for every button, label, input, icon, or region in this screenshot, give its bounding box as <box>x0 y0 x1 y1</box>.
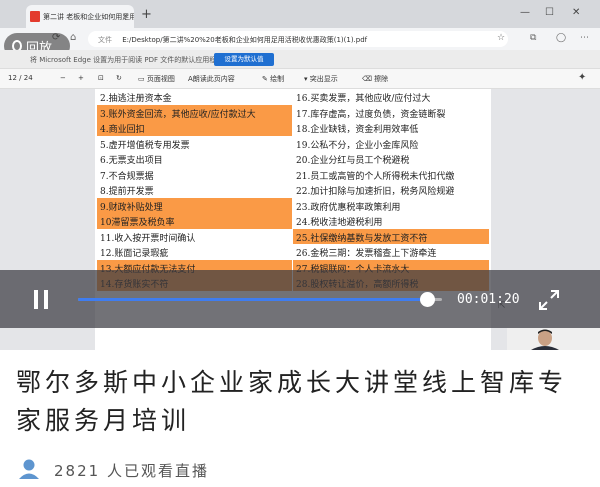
risk-table: 2.抽逃注册资本金 16.买卖发票，其他应收/应付过大 3.账外资金回流，其他应收/… <box>97 89 489 291</box>
viewer-count-text: 2821 人已观看直播 <box>54 462 209 480</box>
table-cell: 9.财政补贴处理 <box>97 197 293 213</box>
table-row: 8.提前开发票 22.加计扣除与加速折旧，税务风险规避 <box>97 182 489 198</box>
table-cell: 7.不合规票据 <box>97 166 293 182</box>
tab-title: 第二讲 老板和企业如何用足用 <box>43 13 134 21</box>
maximize-icon[interactable]: ☐ <box>545 7 554 18</box>
tool-highlight[interactable]: ▾ 突出显示 <box>304 74 338 84</box>
notification-text: 将 Microsoft Edge 设置为用于阅读 PDF 文件的默认应用程序? <box>30 56 227 64</box>
tool-read-aloud-label: 朗读此页内容 <box>192 75 235 83</box>
table-row: 7.不合规票据 21.员工或高管的个人所得税未代扣代缴 <box>97 166 489 182</box>
table-cell: 2.抽逃注册资本金 <box>97 89 293 105</box>
progress-bar[interactable] <box>78 292 442 307</box>
tool-page-view-label: 页面视图 <box>146 75 175 83</box>
table-cell: 16.买卖发票，其他应收/应付过大 <box>293 89 489 105</box>
profile-icon[interactable]: ◯ <box>556 33 566 43</box>
tab-close-icon[interactable]: × <box>122 11 129 20</box>
table-row: 6.无票支出项目 20.企业分红与员工个税避税 <box>97 151 489 167</box>
pdf-toolbar: 12 / 24 − + ⊡ ↻ ▭ 页面视图 A朗读此页内容 ✎ 绘制 ▾ 突出… <box>0 69 600 89</box>
address-url: E:/Desktop/第二讲%20%20老板和企业如何用足用活税收优惠政策(1)… <box>122 36 368 44</box>
video-title: 鄂尔多斯中小企业家成长大讲堂线上智库专家服务月培训 <box>16 368 568 435</box>
page-current[interactable]: 12 <box>8 74 17 82</box>
table-row: 5.虚开增值税专用发票 19.公私不分，企业小金库风险 <box>97 135 489 151</box>
rotate-icon[interactable]: ↻ <box>116 74 122 82</box>
tool-page-view[interactable]: ▭ 页面视图 <box>138 74 175 84</box>
table-row: 4.商业回扣 18.企业缺钱，资金利用效率低 <box>97 120 489 136</box>
table-cell: 11.收入按开票时间确认 <box>97 228 293 244</box>
presenter-image <box>507 328 600 350</box>
page-total: / 24 <box>19 74 33 82</box>
table-cell: 18.企业缺钱，资金利用效率低 <box>293 120 489 136</box>
page-indicator[interactable]: 12 / 24 <box>8 74 33 82</box>
zoom-in-icon[interactable]: + <box>78 74 84 82</box>
set-default-button[interactable]: 设置为默认值 <box>214 53 274 66</box>
minimize-icon[interactable]: — <box>520 7 530 18</box>
fullscreen-icon[interactable] <box>538 289 560 311</box>
tool-erase-label: 擦除 <box>374 75 389 83</box>
table-row: 2.抽逃注册资本金 16.买卖发票，其他应收/应付过大 <box>97 89 489 105</box>
tool-read-aloud[interactable]: A朗读此页内容 <box>188 74 235 84</box>
table-cell: 8.提前开发票 <box>97 182 293 198</box>
table-row: 3.账外资金回流，其他应收/应付款过大 17.库存虚高，过度负债，资金链断裂 <box>97 104 489 120</box>
table-row: 11.收入按开票时间确认 25.社保缴纳基数与发放工资不符 <box>97 228 489 244</box>
tool-draw[interactable]: ✎ 绘制 <box>262 74 284 84</box>
zoom-out-icon[interactable]: − <box>60 74 66 82</box>
new-tab-icon[interactable]: + <box>141 8 152 21</box>
address-file-label: 文件 <box>98 36 112 44</box>
home-icon[interactable]: ⌂ <box>70 32 76 43</box>
table-cell: 21.员工或高管的个人所得税未代扣代缴 <box>293 166 489 182</box>
table-cell: 3.账外资金回流，其他应收/应付款过大 <box>97 104 293 120</box>
tool-highlight-label: 突出显示 <box>309 75 338 83</box>
browser-tab[interactable]: 第二讲 老板和企业如何用足用 × <box>26 5 134 28</box>
table-cell: 5.虚开增值税专用发票 <box>97 135 293 151</box>
tool-draw-label: 绘制 <box>270 75 285 83</box>
video-controls: 00:01:20 <box>0 270 600 328</box>
table-cell: 6.无票支出项目 <box>97 151 293 167</box>
fit-page-icon[interactable]: ⊡ <box>98 74 104 82</box>
table-cell: 10滞留票及税负率 <box>97 213 293 229</box>
progress-knob[interactable] <box>420 292 436 307</box>
browser-tab-bar: 第二讲 老板和企业如何用足用 × + — ☐ ✕ <box>0 0 600 28</box>
collections-icon[interactable]: ⧉ <box>530 33 536 43</box>
presenter-thumbnail <box>507 328 600 350</box>
more-menu-icon[interactable]: ⋯ <box>580 33 589 43</box>
table-cell: 22.加计扣除与加速折旧，税务风险规避 <box>293 182 489 198</box>
close-window-icon[interactable]: ✕ <box>572 7 580 18</box>
pin-icon[interactable]: ✦ <box>578 72 586 83</box>
table-row: 10滞留票及税负率 24.税收洼地避税利用 <box>97 213 489 229</box>
table-cell: 20.企业分红与员工个税避税 <box>293 151 489 167</box>
table-cell: 17.库存虚高，过度负债，资金链断裂 <box>293 104 489 120</box>
user-icon <box>19 459 39 479</box>
table-cell: 24.税收洼地避税利用 <box>293 213 489 229</box>
table-row: 12.账面记录瑕疵 26.金税三期：发票稽查上下游牵连 <box>97 244 489 260</box>
address-field[interactable]: 文件 E:/Desktop/第二讲%20%20老板和企业如何用足用活税收优惠政策… <box>88 31 508 47</box>
table-cell: 12.账面记录瑕疵 <box>97 244 293 260</box>
favorite-star-icon[interactable]: ☆ <box>497 33 505 43</box>
table-cell: 23.政府优惠税率政策利用 <box>293 197 489 213</box>
progress-fill <box>78 298 428 301</box>
default-app-notification: 将 Microsoft Edge 设置为用于阅读 PDF 文件的默认应用程序? … <box>0 50 600 69</box>
address-bar-row: ⟳ ⌂ 文件 E:/Desktop/第二讲%20%20老板和企业如何用足用活税收… <box>0 28 600 50</box>
table-cell: 25.社保缴纳基数与发放工资不符 <box>293 228 489 244</box>
pdf-file-icon <box>30 11 40 22</box>
pause-icon[interactable] <box>34 290 49 309</box>
video-player[interactable]: 第二讲 老板和企业如何用足用 × + — ☐ ✕ ⟳ ⌂ 文件 E:/Deskt… <box>0 0 600 350</box>
table-row: 9.财政补贴处理 23.政府优惠税率政策利用 <box>97 197 489 213</box>
tool-erase[interactable]: ⌫ 擦除 <box>362 74 388 84</box>
playback-time: 00:01:20 <box>457 292 520 307</box>
table-cell: 19.公私不分，企业小金库风险 <box>293 135 489 151</box>
table-cell: 26.金税三期：发票稽查上下游牵连 <box>293 244 489 260</box>
table-cell: 4.商业回扣 <box>97 120 293 136</box>
